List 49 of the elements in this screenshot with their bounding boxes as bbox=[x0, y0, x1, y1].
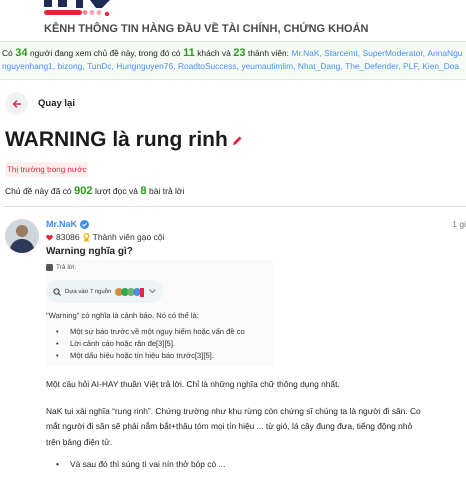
stats-text: bài trả lời bbox=[149, 186, 184, 196]
site-tagline: KÊNH THÔNG TIN HÀNG ĐẦU VỀ TÀI CHÍNH, CHỨNG KHOÁN bbox=[44, 23, 370, 35]
reply-count: 8 bbox=[140, 185, 147, 197]
member-link[interactable]: bizong, bbox=[58, 60, 85, 73]
search-icon bbox=[53, 288, 61, 296]
online-count: 34 bbox=[15, 47, 28, 60]
post-bullet: Và sau đó thì súng tì vai nín thở bóp cò ... bbox=[70, 459, 226, 469]
pencil-icon[interactable] bbox=[232, 134, 243, 146]
answer-logo-icon bbox=[46, 264, 53, 271]
member-link[interactable]: nguyenhang1, bbox=[2, 60, 56, 73]
post-question: Warning nghĩa gì? bbox=[46, 246, 134, 257]
online-text: người đang xem chủ đề này, trong đó có bbox=[30, 47, 181, 60]
bullet-marker: • bbox=[56, 459, 60, 469]
member-link[interactable]: Nhat_Dang, bbox=[298, 60, 343, 73]
view-count: 902 bbox=[74, 185, 92, 197]
topic-title: WARNING là rung rinh bbox=[5, 128, 228, 152]
online-text: khách và bbox=[197, 47, 231, 60]
like-count: 83086 bbox=[56, 232, 80, 242]
member-link[interactable]: AnnaNgu bbox=[427, 47, 462, 60]
member-link[interactable]: yeumautimlim, bbox=[241, 60, 296, 73]
category-tag[interactable]: Thị trường trong nước bbox=[5, 162, 88, 177]
back-link[interactable]: Quay lại bbox=[38, 98, 75, 109]
member-link[interactable]: The_Defender, bbox=[345, 60, 401, 73]
back-button[interactable] bbox=[5, 92, 28, 115]
online-text: Có bbox=[2, 47, 13, 60]
avatar[interactable] bbox=[5, 219, 39, 253]
stats-text: Chủ đề này đã có bbox=[5, 186, 72, 196]
member-link[interactable]: Mr.NaK, bbox=[292, 47, 322, 60]
member-link[interactable]: Kien_Doa bbox=[422, 60, 460, 73]
member-link[interactable]: SuperModerator, bbox=[362, 47, 425, 60]
online-text: thành viên: bbox=[248, 47, 289, 60]
guest-count: 11 bbox=[183, 47, 195, 60]
author-name[interactable]: Mr.NaK bbox=[46, 219, 78, 229]
member-link[interactable]: PLF, bbox=[403, 60, 420, 73]
post-paragraph: Một câu hỏi AI-HAY thuần Việt trả lời. Chỉ là những nghĩa chữ thông dụng nhất. bbox=[46, 378, 341, 391]
member-count: 23 bbox=[233, 47, 246, 60]
heart-icon bbox=[46, 234, 53, 240]
chevron-down-icon bbox=[149, 289, 156, 294]
source-logos-icon bbox=[115, 286, 146, 296]
stats-text: lượt đọc và bbox=[95, 186, 138, 196]
member-link[interactable]: Hungnguyen76, bbox=[116, 60, 176, 73]
post-time: 1 gi bbox=[452, 219, 466, 229]
member-link[interactable]: Starcemt, bbox=[324, 47, 360, 60]
member-link[interactable]: RoadtoSuccess, bbox=[178, 60, 239, 73]
back-arrow-icon bbox=[12, 98, 22, 108]
member-rank: Thành viên gạo cội bbox=[92, 232, 164, 242]
post-paragraph: NaK tui xài nghĩa “rung rinh”. Chứng trường như khu rừng còn chứng sĩ chúng ta là người đi săn. Co mắt người đi săn sẽ phải nắm bắt+thâu tóm mọi tín hiệu ... từ gió, lá cây đung đưa, tiếng động nhỏ trên bảng điện tử. bbox=[46, 404, 422, 449]
member-link[interactable]: TunDc, bbox=[87, 60, 114, 73]
medal-icon bbox=[82, 232, 90, 242]
